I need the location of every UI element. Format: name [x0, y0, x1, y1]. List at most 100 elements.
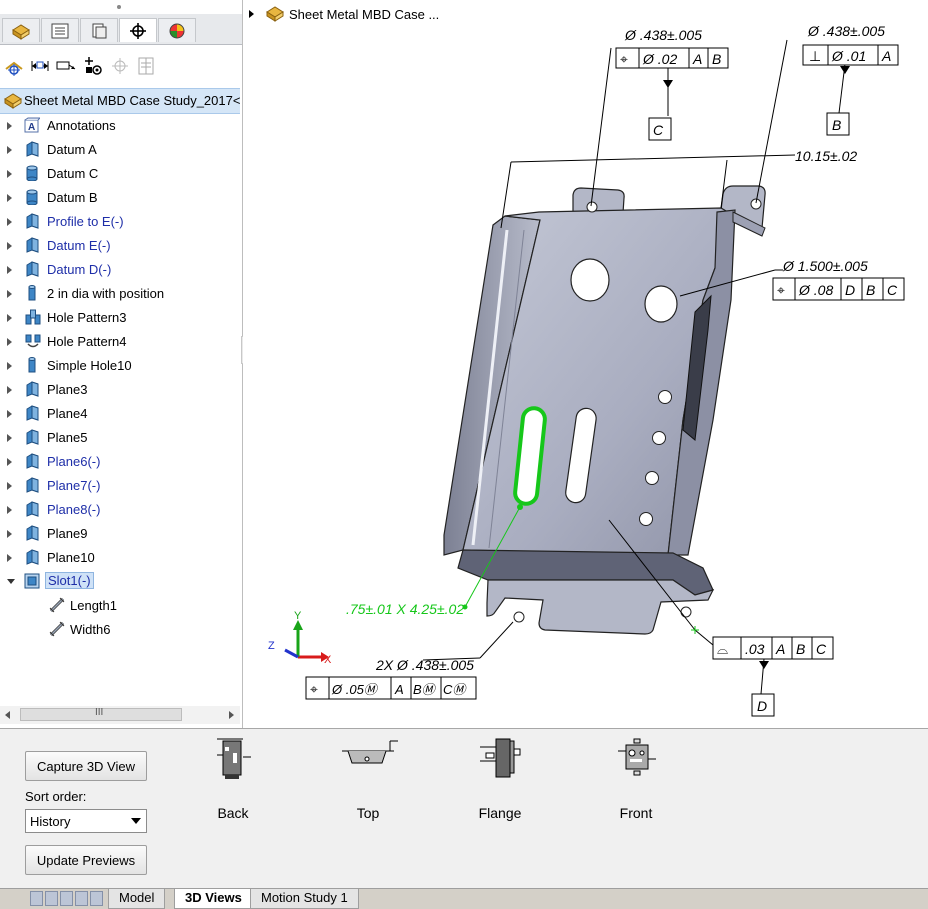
dimxpertmanager-tab[interactable]: [119, 18, 157, 42]
fcf-position-c[interactable]: ⌖ Ø .02 A B: [615, 47, 729, 69]
datum-b-symbol[interactable]: B: [826, 66, 850, 136]
tree-item[interactable]: A Annotations: [0, 113, 242, 137]
tree-child-item[interactable]: Width6: [0, 617, 242, 641]
view-top[interactable]: Top: [313, 735, 423, 825]
scroll-left-arrow-icon[interactable]: [3, 710, 11, 720]
expand-arrow-icon[interactable]: [6, 191, 14, 202]
tree-item[interactable]: Simple Hole10: [0, 353, 242, 377]
fcf-datum: D: [845, 282, 855, 298]
fcf-profile-surface[interactable]: ⌓ .03 A B C: [712, 636, 834, 660]
next-tab-button[interactable]: [60, 891, 73, 906]
tab-motion-study-1[interactable]: Motion Study 1: [250, 889, 359, 909]
tree-item[interactable]: Plane10: [0, 545, 242, 569]
panel-collapse-handle[interactable]: [114, 2, 124, 12]
scroll-tabs-button[interactable]: [90, 891, 103, 906]
auto-dimension-scheme-tool[interactable]: [2, 54, 26, 78]
tree-item[interactable]: Datum B: [0, 185, 242, 209]
dimension-icon: [48, 597, 65, 613]
expand-arrow-icon[interactable]: [6, 215, 14, 226]
capture-3d-view-button[interactable]: Capture 3D View: [25, 751, 147, 781]
tree-item[interactable]: Plane6(-): [0, 449, 242, 473]
position-symbol-icon: ⌖: [310, 681, 318, 697]
expand-arrow-icon[interactable]: [6, 263, 14, 274]
tab-model[interactable]: Model: [108, 889, 166, 909]
tree-item[interactable]: Profile to E(-): [0, 209, 242, 233]
tree-item[interactable]: Plane5: [0, 425, 242, 449]
view-flange[interactable]: Flange: [445, 735, 555, 825]
location-dimension-tool[interactable]: [54, 54, 78, 78]
view-back[interactable]: Back: [178, 735, 288, 825]
tree-root-part[interactable]: Sheet Metal MBD Case Study_2017<S: [0, 88, 240, 114]
expand-arrow-icon[interactable]: [6, 479, 14, 490]
propertymanager-tab[interactable]: [41, 18, 79, 42]
expand-arrow-icon[interactable]: [6, 455, 14, 466]
first-tab-button[interactable]: [30, 891, 43, 906]
tree-item[interactable]: Plane3: [0, 377, 242, 401]
datum-c-symbol[interactable]: C: [648, 80, 673, 141]
expand-arrow-icon[interactable]: [6, 143, 14, 154]
tree-child-item[interactable]: Length1: [0, 593, 242, 617]
datum-tool[interactable]: [80, 54, 104, 78]
chevron-down-icon: [131, 818, 141, 824]
expand-arrow-icon[interactable]: [6, 311, 14, 322]
configuration-icon: [92, 23, 107, 38]
tree-item[interactable]: Plane4: [0, 401, 242, 425]
tree-horizontal-scrollbar[interactable]: III: [0, 706, 240, 724]
expand-arrow-icon[interactable]: [6, 359, 14, 370]
expand-arrow-icon[interactable]: [6, 503, 14, 514]
tree-item[interactable]: Hole Pattern4: [0, 329, 242, 353]
tree-item[interactable]: Slot1(-): [0, 569, 242, 593]
expand-arrow-icon[interactable]: [6, 551, 14, 562]
expand-arrow-icon[interactable]: [6, 383, 14, 394]
expand-arrow-icon[interactable]: [6, 167, 14, 178]
expand-arrow-icon[interactable]: [6, 119, 14, 130]
fcf-position-hole-pattern[interactable]: ⌖ Ø .05Ⓜ A BⓂ CⓂ: [305, 676, 477, 700]
scrollbar-thumb[interactable]: III: [20, 707, 182, 721]
tree-item[interactable]: Plane7(-): [0, 473, 242, 497]
dim-hole-top-left[interactable]: Ø .438±.005: [624, 27, 702, 43]
featuremanager-tab[interactable]: [2, 18, 40, 42]
tree-item[interactable]: Hole Pattern3: [0, 305, 242, 329]
dim-width[interactable]: 10.15±.02: [795, 148, 857, 164]
datum-label: D: [757, 698, 767, 714]
expand-arrow-icon[interactable]: [6, 335, 14, 346]
sheet-metal-part[interactable]: [443, 185, 766, 635]
dim-hole-pattern[interactable]: 2X Ø .438±.005: [375, 657, 474, 673]
display-manager-tab[interactable]: [158, 18, 196, 42]
view-back-label: Back: [217, 805, 249, 821]
expand-arrow-icon[interactable]: [6, 431, 14, 442]
show-tolerance-status-tool[interactable]: [134, 54, 158, 78]
tree-item[interactable]: Plane8(-): [0, 497, 242, 521]
collapse-arrow-icon[interactable]: [6, 575, 15, 585]
fcf-perpendicularity-b[interactable]: ⊥ Ø .01 A: [802, 44, 899, 66]
expand-arrow-icon[interactable]: [6, 239, 14, 250]
tree-item[interactable]: Datum C: [0, 161, 242, 185]
expand-arrow-icon[interactable]: [6, 407, 14, 418]
expand-arrow-icon[interactable]: [248, 9, 256, 19]
graphics-tree-flyout[interactable]: Sheet Metal MBD Case ...: [246, 2, 506, 24]
configurationmanager-tab[interactable]: [80, 18, 118, 42]
last-tab-button[interactable]: [75, 891, 88, 906]
tree-item[interactable]: Datum A: [0, 137, 242, 161]
tree-item[interactable]: Plane9: [0, 521, 242, 545]
view-front[interactable]: Front: [581, 735, 691, 825]
expand-arrow-icon[interactable]: [6, 527, 14, 538]
tree-item[interactable]: Datum D(-): [0, 257, 242, 281]
tree-item-label: Profile to E(-): [47, 214, 124, 229]
fcf-position-large-hole[interactable]: ⌖ Ø .08 D B C: [772, 277, 905, 301]
dim-slot[interactable]: .75±.01 X 4.25±.02: [346, 601, 464, 617]
dim-large-hole[interactable]: Ø 1.500±.005: [782, 258, 868, 274]
graphics-area[interactable]: Ø .438±.005 Ø .438±.005 10.15±.02 Ø 1.50…: [243, 0, 928, 728]
scroll-right-arrow-icon[interactable]: [228, 710, 236, 720]
tree-item[interactable]: Datum E(-): [0, 233, 242, 257]
tree-item[interactable]: 2 in dia with position: [0, 281, 242, 305]
geometric-tolerance-tool[interactable]: [108, 54, 132, 78]
tab-3d-views[interactable]: 3D Views: [174, 889, 253, 909]
top-view-thumbnail: [342, 740, 398, 764]
dim-hole-top-right[interactable]: Ø .438±.005: [807, 23, 885, 39]
prev-tab-button[interactable]: [45, 891, 58, 906]
expand-arrow-icon[interactable]: [6, 287, 14, 298]
sort-order-select[interactable]: History: [25, 809, 147, 833]
size-dimension-tool[interactable]: [28, 54, 52, 78]
update-previews-button[interactable]: Update Previews: [25, 845, 147, 875]
